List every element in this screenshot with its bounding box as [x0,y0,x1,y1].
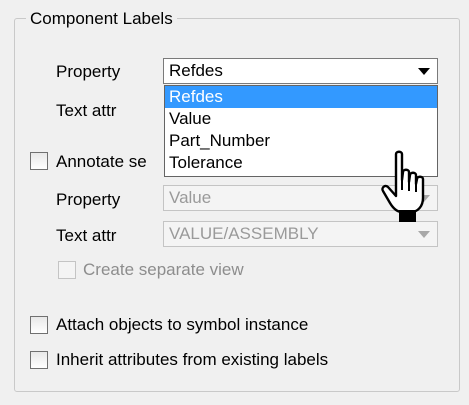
text-attr-combo-value: VALUE/ASSEMBLY [169,224,319,243]
component-labels-panel: Component Labels Property Refdes Text at… [0,0,469,405]
inherit-attributes-label: Inherit attributes from existing labels [56,350,329,369]
create-separate-view-checkbox[interactable] [58,261,76,279]
create-separate-view-label: Create separate view [83,260,244,279]
dropdown-item-part-number[interactable]: Part_Number [165,130,437,152]
attach-objects-checkbox[interactable] [30,316,48,334]
dropdown-item-refdes[interactable]: Refdes [165,86,437,108]
property-label-2: Property [56,190,121,209]
property-combo-value: Refdes [169,61,223,80]
annotate-checkbox[interactable] [30,152,48,170]
annotate-label: Annotate se [56,152,147,171]
property-combo-2-value: Value [169,188,212,207]
chevron-down-icon [418,231,430,238]
group-title: Component Labels [26,9,177,29]
attach-objects-label: Attach objects to symbol instance [56,315,309,334]
text-attr-label-2: Text attr [56,226,117,245]
dropdown-item-value[interactable]: Value [165,108,437,130]
property-label: Property [56,62,121,81]
chevron-down-icon[interactable] [418,68,430,75]
inherit-attributes-checkbox[interactable] [30,351,48,369]
hand-pointer-icon [381,150,425,222]
property-combo[interactable]: Refdes [163,58,438,84]
text-attr-label: Text attr [56,101,117,120]
